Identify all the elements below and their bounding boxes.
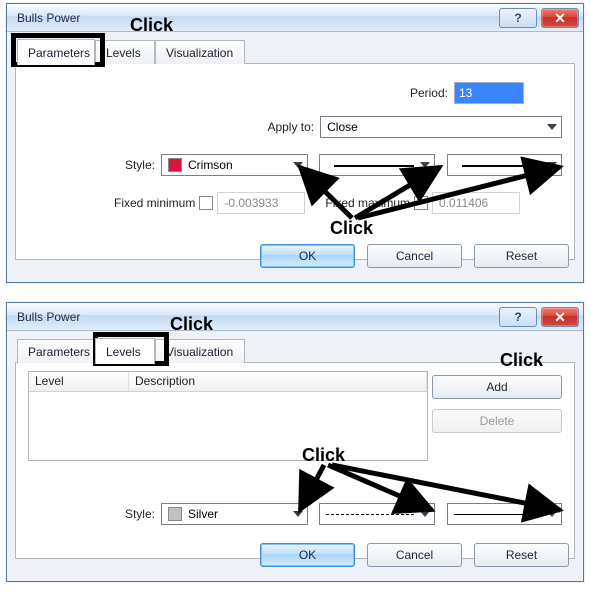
tab-parameters[interactable]: Parameters <box>17 39 95 65</box>
color-combo[interactable]: Silver <box>161 503 308 525</box>
chevron-down-icon <box>293 162 303 168</box>
help-button[interactable]: ? <box>499 8 537 28</box>
tab-levels[interactable]: Levels <box>95 40 155 64</box>
tab-levels[interactable]: Levels <box>95 338 155 364</box>
fixed-minimum-label: Fixed minimum <box>114 196 195 210</box>
style-label: Style: <box>28 158 155 172</box>
chevron-down-icon <box>547 162 557 168</box>
apply-to-combo[interactable]: Close <box>320 116 562 138</box>
levels-pane: Level Description Add Delete Style: Silv… <box>15 363 575 559</box>
titlebar[interactable]: Bulls Power ? ✕ <box>7 4 583 32</box>
tab-row: Parameters Levels Visualization <box>15 337 575 363</box>
parameters-pane: Period: 13 Apply to: Close Style: Crimso… <box>15 64 575 260</box>
dialog-bulls-power-parameters: Bulls Power ? ✕ Parameters Levels Visual… <box>6 3 584 283</box>
line-width-sample <box>462 165 541 167</box>
close-icon: ✕ <box>554 11 566 25</box>
button-row: OK Cancel Reset <box>7 543 583 573</box>
cancel-button[interactable]: Cancel <box>367 543 462 567</box>
line-width-sample <box>454 514 541 515</box>
color-swatch-crimson <box>168 158 182 172</box>
ok-button[interactable]: OK <box>260 244 355 268</box>
tab-row: Parameters Levels Visualization <box>15 38 575 64</box>
add-button[interactable]: Add <box>432 375 562 399</box>
button-row: OK Cancel Reset <box>7 244 583 274</box>
fixed-minimum-checkbox[interactable] <box>199 196 213 210</box>
dialog-bulls-power-levels: Bulls Power ? ✕ Parameters Levels Visual… <box>6 302 584 582</box>
window-title: Bulls Power <box>17 310 80 324</box>
reset-button[interactable]: Reset <box>474 543 569 567</box>
line-style-sample <box>334 165 413 167</box>
color-swatch-silver <box>168 507 182 521</box>
ok-button[interactable]: OK <box>260 543 355 567</box>
tab-parameters[interactable]: Parameters <box>17 339 95 363</box>
chevron-down-icon <box>547 124 557 130</box>
chevron-down-icon <box>547 511 557 517</box>
close-icon: ✕ <box>554 310 566 324</box>
line-width-combo[interactable] <box>447 154 562 176</box>
line-style-combo[interactable] <box>319 503 434 525</box>
col-description[interactable]: Description <box>129 372 427 391</box>
cancel-button[interactable]: Cancel <box>367 244 462 268</box>
chevron-down-icon <box>420 511 430 517</box>
close-button[interactable]: ✕ <box>541 8 579 28</box>
fixed-maximum-label: Fixed maximum <box>325 196 410 210</box>
window-title: Bulls Power <box>17 11 80 25</box>
chevron-down-icon <box>420 162 430 168</box>
color-combo[interactable]: Crimson <box>161 154 308 176</box>
apply-to-label: Apply to: <box>28 120 314 134</box>
levels-list-header: Level Description <box>29 372 427 392</box>
line-style-sample <box>326 514 413 515</box>
tab-visualization[interactable]: Visualization <box>155 40 245 64</box>
style-label: Style: <box>28 507 155 521</box>
fixed-maximum-value[interactable]: 0.011406 <box>432 192 520 214</box>
line-width-combo[interactable] <box>447 503 562 525</box>
reset-button[interactable]: Reset <box>474 244 569 268</box>
period-input[interactable]: 13 <box>454 82 524 104</box>
titlebar[interactable]: Bulls Power ? ✕ <box>7 303 583 331</box>
tab-visualization[interactable]: Visualization <box>155 339 245 363</box>
help-button[interactable]: ? <box>499 307 537 327</box>
period-label: Period: <box>28 86 448 100</box>
chevron-down-icon <box>293 511 303 517</box>
col-level[interactable]: Level <box>29 372 129 391</box>
fixed-maximum-checkbox[interactable] <box>414 196 428 210</box>
delete-button: Delete <box>432 409 562 433</box>
fixed-minimum-value[interactable]: -0.003933 <box>217 192 305 214</box>
line-style-combo[interactable] <box>319 154 434 176</box>
levels-list[interactable]: Level Description <box>28 371 428 461</box>
close-button[interactable]: ✕ <box>541 307 579 327</box>
